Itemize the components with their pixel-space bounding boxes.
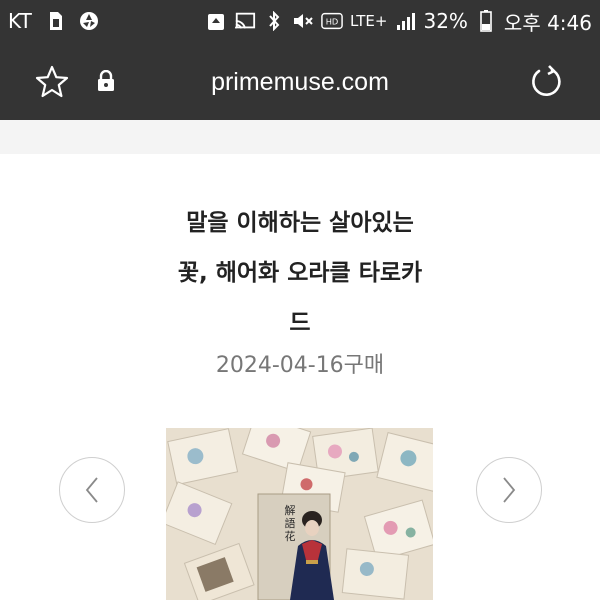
sim-icon: [44, 10, 66, 32]
mute-icon: [292, 10, 314, 32]
product-title-line: 꽃, 해어화 오라클 타로카: [177, 260, 423, 286]
bluetooth-icon: [263, 10, 285, 32]
status-left: KT: [8, 9, 100, 33]
carousel-prev-button[interactable]: [59, 457, 125, 523]
network-type: LTE+: [349, 12, 388, 30]
url-bar[interactable]: primemuse.com: [120, 64, 480, 100]
status-right: HD LTE+ 32% 오후 4:46: [205, 7, 592, 36]
book-title-glyph: 解: [285, 503, 296, 517]
product-content: 말을 이해하는 살아있는 꽃, 해어화 오라클 타로카 드 2024-04-16…: [0, 154, 600, 600]
lock-icon: [96, 69, 116, 92]
clock: 오후 4:46: [503, 10, 592, 35]
star-icon[interactable]: [34, 64, 70, 100]
battery-icon: [475, 10, 497, 32]
svg-text:語: 語: [285, 516, 296, 530]
battery-percent: 32%: [423, 9, 468, 33]
hd-icon: HD: [321, 10, 343, 32]
carrier-label: KT: [8, 9, 32, 33]
product-title: 말을 이해하는 살아있는 꽃, 해어화 오라클 타로카 드: [150, 198, 450, 348]
chevron-right-icon: [503, 477, 516, 503]
product-image[interactable]: 解 語 花: [166, 428, 433, 600]
carousel-next-button[interactable]: [476, 457, 542, 523]
status-bar: KT HD LTE+ 32% 오후 4:46: [0, 0, 600, 42]
recycle-icon: [205, 10, 227, 32]
aperture-icon: [78, 10, 100, 32]
svg-text:HD: HD: [326, 17, 339, 27]
browser-toolbar: primemuse.com: [0, 42, 600, 120]
chevron-left-icon: [85, 477, 98, 503]
product-title-line: 드: [289, 310, 311, 336]
page-top-band: [0, 120, 600, 154]
purchase-date: 2024-04-16구매: [215, 353, 385, 378]
product-title-line: 말을 이해하는 살아있는: [186, 210, 414, 236]
signal-icon: [394, 10, 416, 32]
svg-text:花: 花: [285, 530, 296, 543]
cast-icon: [234, 10, 256, 32]
reload-icon[interactable]: [528, 64, 564, 100]
